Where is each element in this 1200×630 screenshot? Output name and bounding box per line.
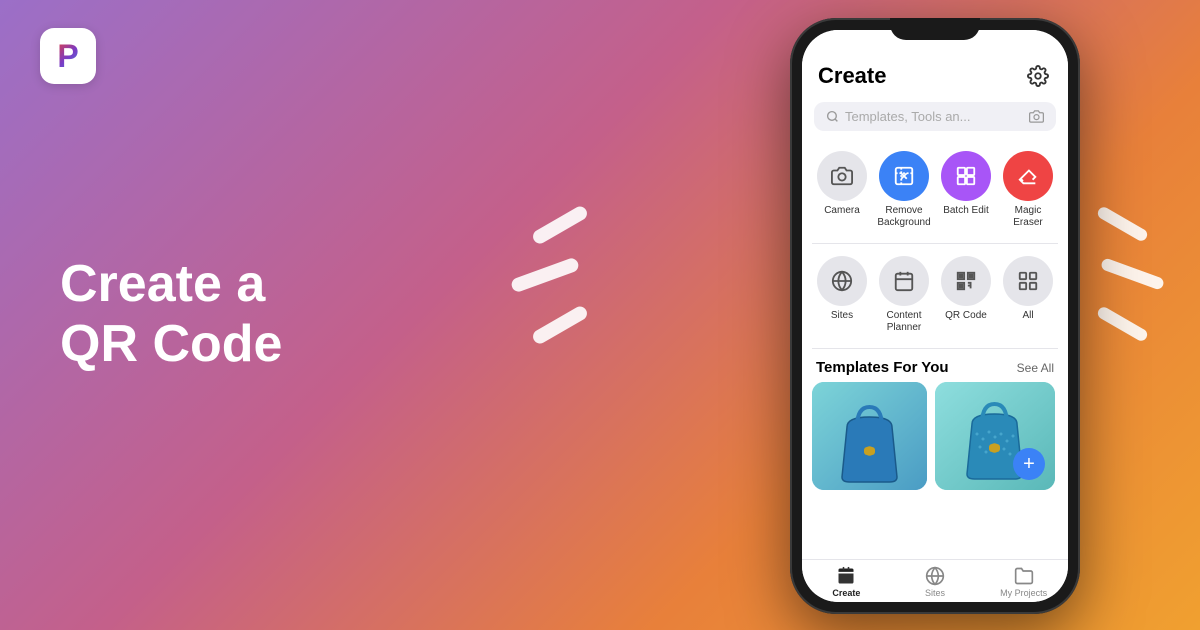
decorative-swish <box>1100 257 1165 291</box>
remove-bg-tool-label: Remove Background <box>876 205 932 229</box>
tools-grid-row1: Camera Remove Background <box>802 139 1068 243</box>
batch-edit-tool-label: Batch Edit <box>943 205 989 217</box>
qr-code-tool-label: QR Code <box>945 310 987 322</box>
sites-tool-label: Sites <box>831 310 853 322</box>
template-card[interactable]: + <box>935 382 1055 490</box>
headline-line1: Create a <box>60 255 282 315</box>
phone-content: Create Templates, Tools <box>802 30 1068 602</box>
tool-batch-edit[interactable]: Batch Edit <box>936 145 996 235</box>
search-bar[interactable]: Templates, Tools an... <box>814 102 1056 131</box>
camera-icon <box>1029 109 1044 124</box>
all-tool-label: All <box>1022 310 1033 322</box>
logo-letter: P <box>57 38 78 75</box>
search-placeholder: Templates, Tools an... <box>845 109 1023 124</box>
nav-sites[interactable]: Sites <box>891 566 980 598</box>
tool-content-planner[interactable]: Content Planner <box>874 250 934 340</box>
camera-tool-icon <box>817 151 867 201</box>
gear-icon <box>1027 65 1049 87</box>
magic-eraser-tool-label: Magic Eraser <box>1000 205 1056 229</box>
remove-bg-tool-icon <box>879 151 929 201</box>
all-tool-icon <box>1003 256 1053 306</box>
templates-title: Templates For You <box>816 359 949 376</box>
background: P Create a QR Code Create <box>0 0 1200 630</box>
nav-create[interactable]: Create <box>802 566 891 598</box>
tool-sites[interactable]: Sites <box>812 250 872 340</box>
tool-camera[interactable]: Camera <box>812 145 872 235</box>
phone-mockup: Create Templates, Tools <box>790 18 1080 614</box>
decorative-swish <box>510 256 581 293</box>
settings-button[interactable] <box>1024 62 1052 90</box>
content-planner-tool-label: Content Planner <box>876 310 932 334</box>
templates-row: + <box>802 382 1068 492</box>
headline: Create a QR Code <box>60 255 282 375</box>
phone-notch <box>890 18 980 40</box>
tool-all[interactable]: All <box>998 250 1058 340</box>
phone-outer: Create Templates, Tools <box>790 18 1080 614</box>
nav-create-label: Create <box>832 588 860 598</box>
see-all-button[interactable]: See All <box>1017 361 1054 375</box>
nav-my-projects-label: My Projects <box>1000 588 1047 598</box>
my-projects-nav-icon <box>1014 566 1034 586</box>
decorative-swish <box>531 304 590 346</box>
app-title: Create <box>818 63 886 89</box>
nav-my-projects[interactable]: My Projects <box>979 566 1068 598</box>
tool-remove-bg[interactable]: Remove Background <box>874 145 934 235</box>
sites-tool-icon <box>817 256 867 306</box>
nav-sites-label: Sites <box>925 588 945 598</box>
phone-screen: Create Templates, Tools <box>802 30 1068 602</box>
bottom-navigation: Create Sites <box>802 559 1068 602</box>
create-nav-icon <box>836 566 856 586</box>
decorative-swish <box>531 204 590 246</box>
content-planner-tool-icon <box>879 256 929 306</box>
decorative-swish <box>1096 305 1150 343</box>
tools-grid-row2: Sites C <box>802 244 1068 348</box>
batch-edit-tool-icon <box>941 151 991 201</box>
tool-qr-code[interactable]: QR Code <box>936 250 996 340</box>
add-template-button[interactable]: + <box>1013 448 1045 480</box>
tool-magic-eraser[interactable]: Magic Eraser <box>998 145 1058 235</box>
magic-eraser-tool-icon <box>1003 151 1053 201</box>
templates-header: Templates For You See All <box>802 349 1068 382</box>
logo-container: P <box>40 28 96 84</box>
sites-nav-icon <box>925 566 945 586</box>
headline-line2: QR Code <box>60 315 282 375</box>
search-icon <box>826 110 839 123</box>
qr-code-tool-icon <box>941 256 991 306</box>
decorative-swish <box>1096 205 1150 243</box>
camera-tool-label: Camera <box>824 205 860 217</box>
template-card[interactable] <box>812 382 927 490</box>
